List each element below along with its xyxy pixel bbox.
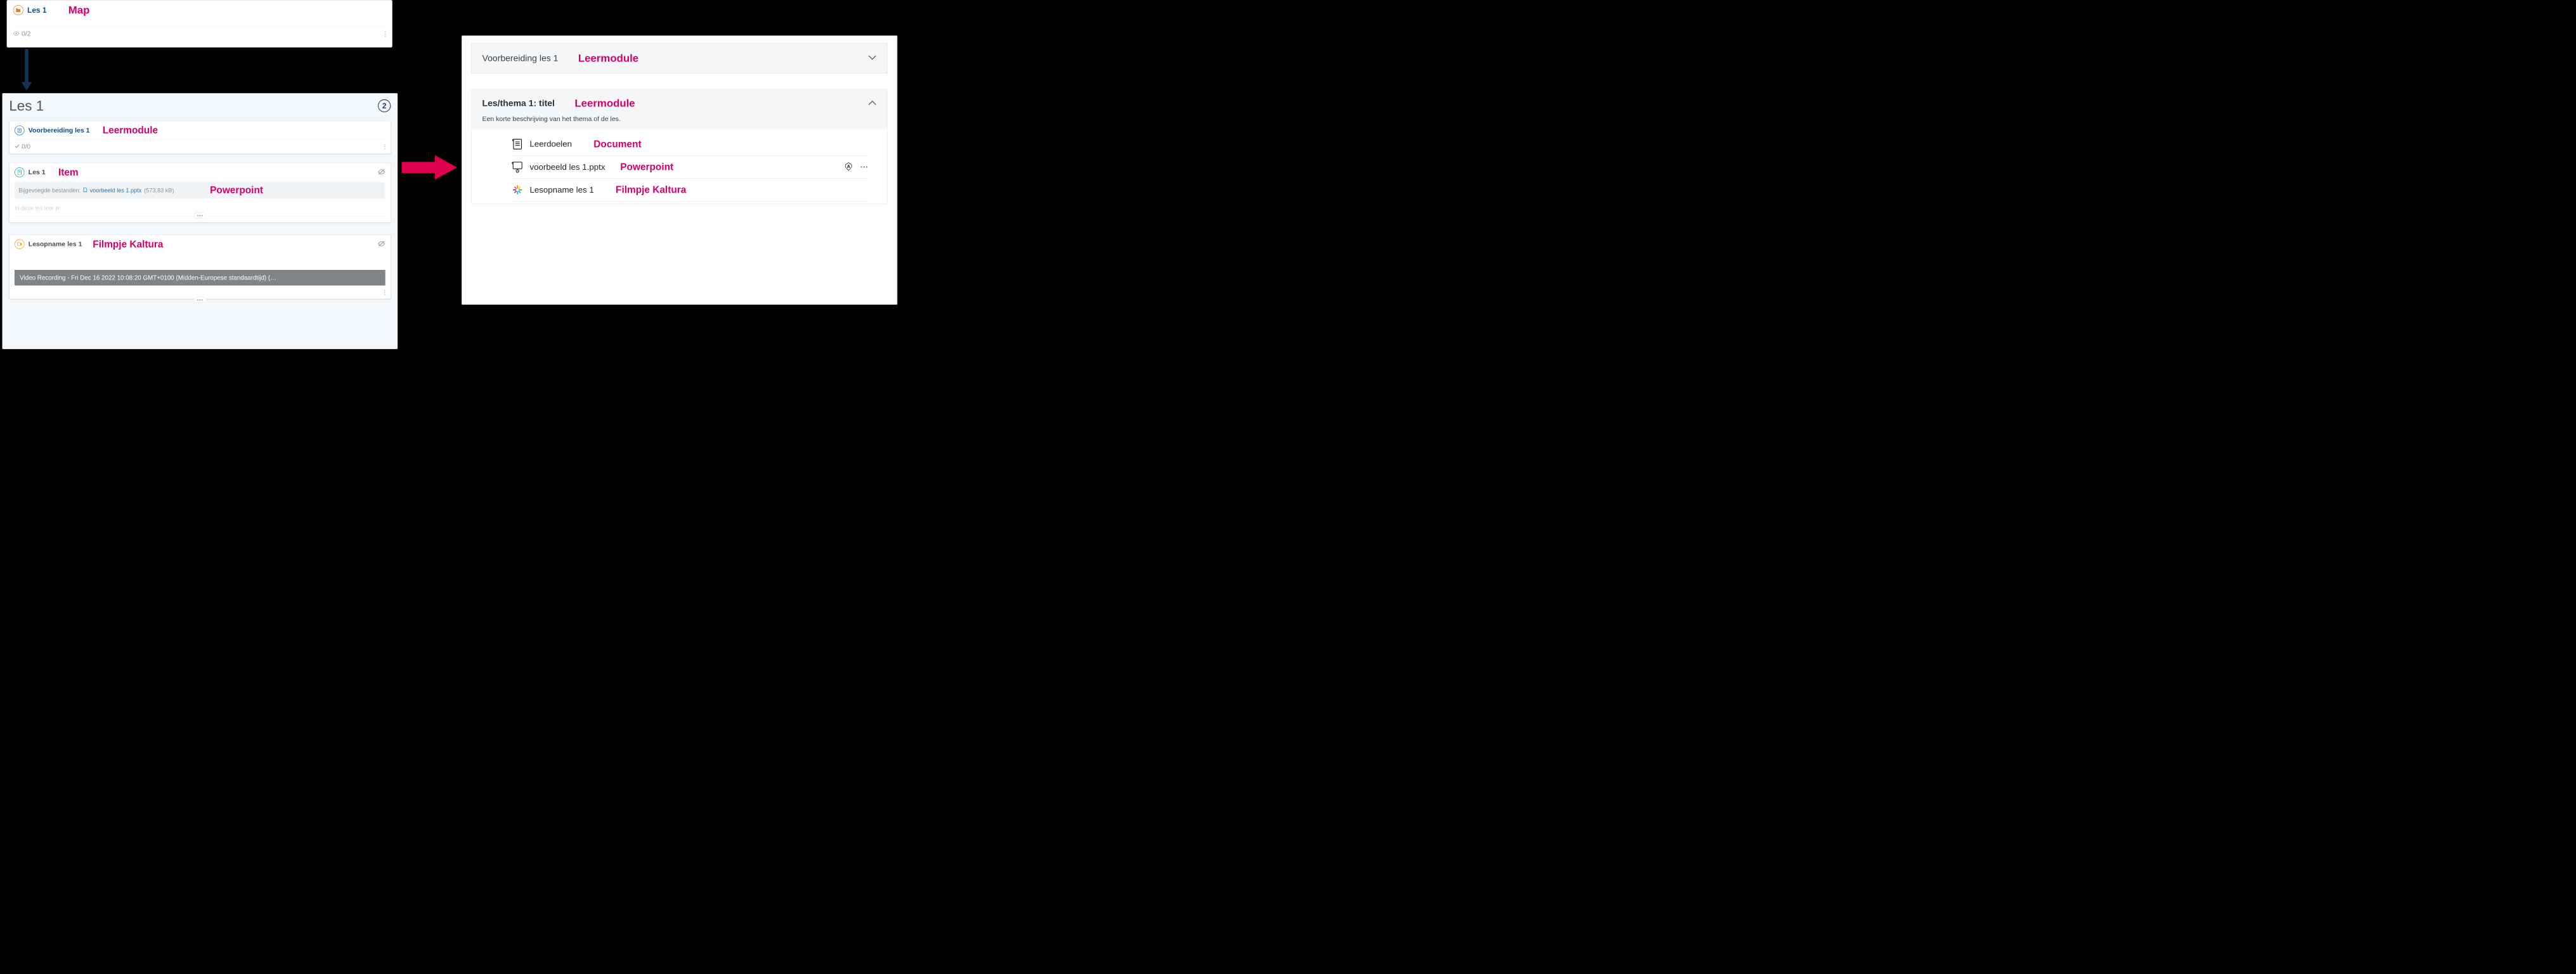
attach-file-link[interactable]: voorbeeld les 1.pptx (90, 187, 141, 194)
ultra-item-leerdoelen[interactable]: Leerdoelen Document (512, 133, 867, 156)
book-icon (15, 125, 24, 135)
panel-ultra: Voorbereiding les 1 Leermodule Les/thema… (462, 35, 897, 305)
ultra-collapsed-module[interactable]: Voorbereiding les 1 Leermodule (471, 43, 888, 74)
hidden-icon (378, 241, 385, 248)
card-voorbereiding: Voorbereiding les 1 Leermodule 0/0 (9, 121, 391, 154)
annotation-map: Map (68, 4, 90, 16)
more-icon[interactable] (385, 32, 386, 37)
item-title[interactable]: Les 1 (29, 169, 46, 176)
annotation-leermodule-3: Leermodule (574, 97, 635, 109)
ultra-item-label: Leerdoelen (529, 139, 572, 149)
folder-icon (13, 5, 23, 15)
video-caption-bar: Video Recording - Fri Dec 16 2022 10:08:… (15, 270, 385, 286)
svg-text:A: A (847, 165, 850, 169)
panel-les1-contents: Les 1 2 Voorbereiding les 1 Leermodule 0… (3, 93, 398, 349)
arrow-down-icon (20, 49, 34, 91)
page-count-badge: 2 (378, 99, 391, 112)
ultra-expanded-title: Les/thema 1: titel (482, 98, 555, 108)
item-icon (15, 167, 24, 177)
ultra-expanded-desc: Een korte beschrijving van het thema of … (482, 115, 877, 123)
voorbereiding-progress: 0/0 (22, 143, 30, 150)
lesopname-title[interactable]: Lesopname les 1 (29, 240, 82, 248)
chevron-down-icon[interactable] (868, 54, 877, 61)
item-faint-text: In deze les leer je: (15, 205, 385, 212)
annotation-powerpoint-2: Powerpoint (620, 162, 673, 172)
file-icon (83, 188, 87, 193)
ellipsis-pill[interactable] (194, 297, 206, 303)
annotation-filmpje-2: Filmpje Kaltura (616, 184, 686, 196)
arrow-right-icon (402, 153, 460, 183)
ultra-item-label: Lesopname les 1 (529, 185, 593, 195)
ultra-item-lesopname[interactable]: Lesopname les 1 Filmpje Kaltura (512, 179, 867, 202)
folder-title[interactable]: Les 1 (27, 6, 46, 15)
attach-label: Bijgevoegde bestanden: (18, 187, 81, 194)
ally-icon[interactable]: A (845, 162, 852, 172)
ultra-item-pptx[interactable]: voorbeeld les 1.pptx Powerpoint A (512, 156, 867, 179)
voorbereiding-title[interactable]: Voorbereiding les 1 (29, 127, 90, 134)
more-icon[interactable] (384, 144, 385, 149)
annotation-leermodule-1: Leermodule (103, 125, 158, 136)
page-title: Les 1 (9, 98, 44, 114)
card-lesopname: Lesopname les 1 Filmpje Kaltura Video Re… (9, 234, 391, 299)
annotation-filmpje-1: Filmpje Kaltura (93, 239, 163, 250)
chevron-up-icon[interactable] (868, 100, 877, 107)
eye-icon (13, 31, 20, 37)
attach-size: (573,83 kB) (144, 187, 174, 194)
annotation-document: Document (593, 139, 641, 150)
kaltura-icon (512, 184, 524, 196)
ellipsis-pill[interactable] (194, 212, 206, 219)
annotation-leermodule-2: Leermodule (578, 52, 638, 64)
video-icon (15, 240, 24, 249)
presentation-icon (512, 161, 524, 173)
card-folder: Les 1 Map 0/2 (7, 0, 392, 48)
hidden-icon (378, 169, 385, 176)
document-icon (512, 138, 524, 150)
annotation-powerpoint-1: Powerpoint (210, 185, 263, 196)
check-icon (15, 144, 20, 149)
annotation-item: Item (58, 167, 79, 178)
more-icon[interactable] (384, 290, 385, 295)
ultra-collapsed-title: Voorbereiding les 1 (482, 53, 559, 63)
ultra-expanded-module: Les/thema 1: titel Leermodule Een korte … (471, 89, 888, 203)
card-item-les1: Les 1 Item Bijgevoegde bestanden: voorbe… (9, 163, 391, 223)
ultra-item-label: voorbeeld les 1.pptx (529, 162, 605, 172)
folder-views: 0/2 (22, 30, 31, 38)
more-icon[interactable] (861, 167, 868, 168)
